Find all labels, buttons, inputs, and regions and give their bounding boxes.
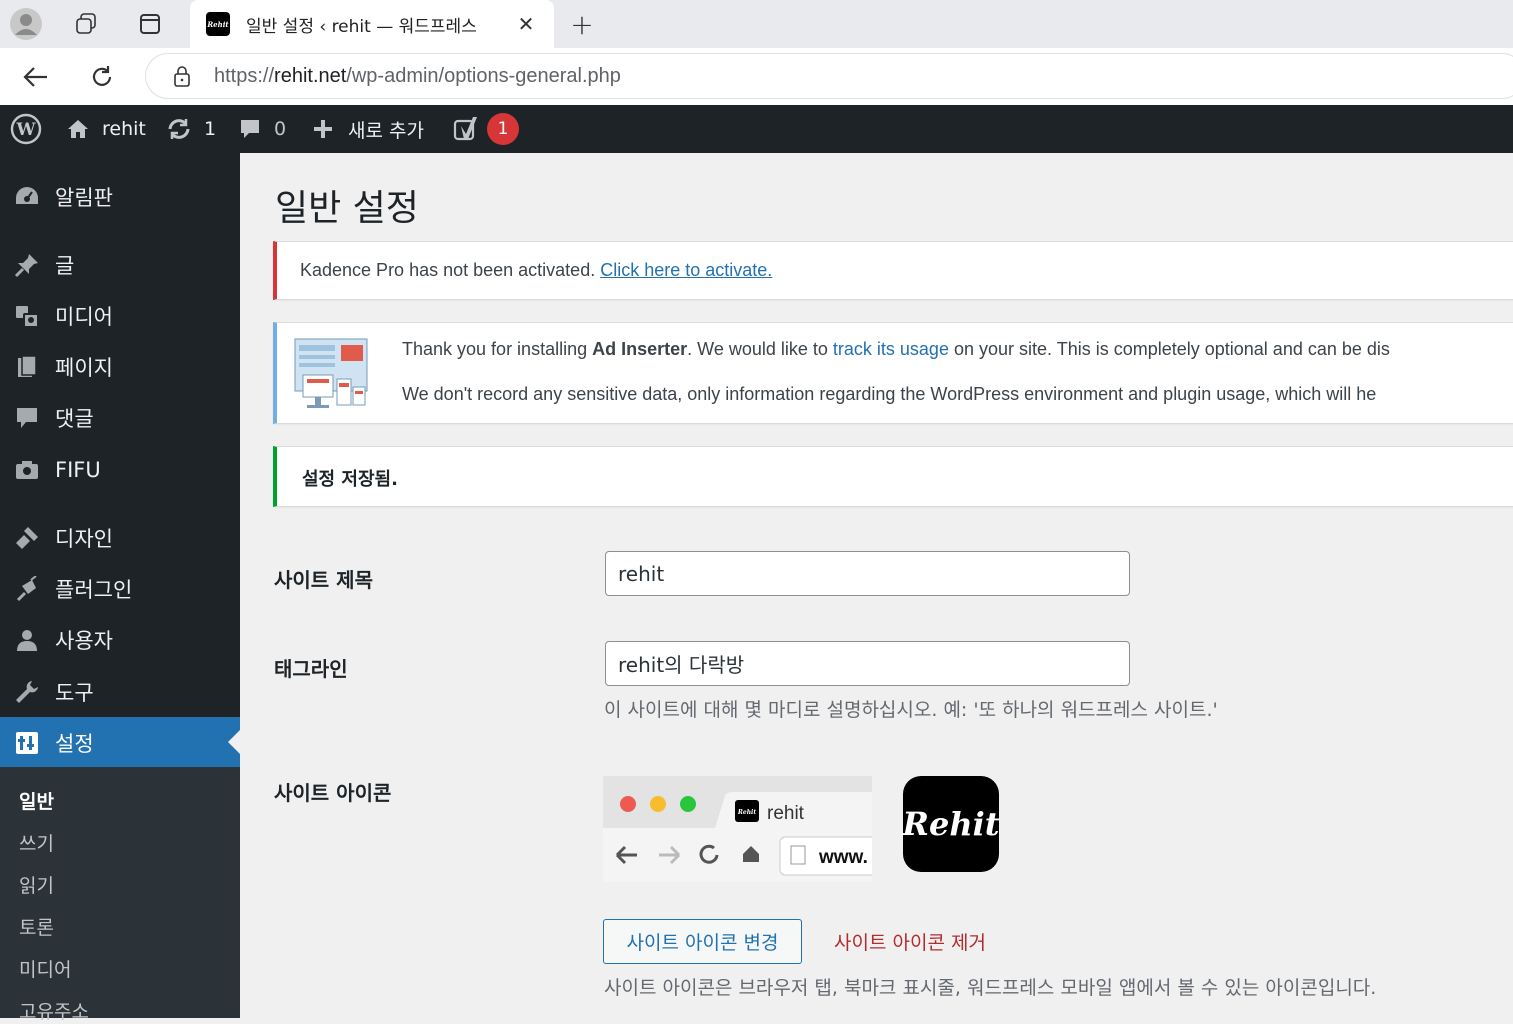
wp-admin-bar: W rehit 1 0 새로 추가 1 — [0, 105, 1513, 153]
lock-icon[interactable] — [174, 65, 190, 87]
brush-icon — [13, 524, 41, 552]
submenu-permalinks[interactable]: 고유주소 — [19, 997, 89, 1024]
home-icon — [68, 120, 88, 138]
url-text: https://rehit.net/wp-admin/options-gener… — [214, 64, 621, 87]
main-content: 일반 설정 Kadence Pro has not been activated… — [240, 153, 1513, 1018]
menu-label: 디자인 — [55, 526, 113, 551]
menu-plugins[interactable]: 플러그인 — [0, 563, 240, 614]
yoast-icon — [453, 117, 477, 141]
svg-text:Rehit: Rehit — [737, 809, 756, 816]
tagline-label: 태그라인 — [274, 657, 348, 681]
menu-settings[interactable]: 설정 — [0, 717, 240, 768]
pin-icon — [13, 251, 41, 279]
menu-appearance[interactable]: 디자인 — [0, 512, 240, 563]
user-icon — [13, 626, 41, 654]
menu-media[interactable]: 미디어 — [0, 290, 240, 341]
activate-link[interactable]: Click here to activate. — [600, 260, 772, 280]
tagline-input[interactable]: rehit의 다락방 — [605, 641, 1130, 686]
rehit-favicon-icon: Rehit — [206, 12, 230, 36]
track-usage-link[interactable]: track its usage — [833, 339, 949, 359]
browser-tab-active[interactable]: Rehit 일반 설정 ‹ rehit — 워드프레스 ✕ — [190, 0, 554, 48]
collections-icon[interactable] — [70, 8, 102, 40]
menu-comments[interactable]: 댓글 — [0, 392, 240, 443]
settings-icon — [13, 729, 41, 757]
comments-count: 0 — [274, 118, 287, 140]
yoast-notification-badge: 1 — [487, 113, 519, 145]
address-toolbar: https://rehit.net/wp-admin/options-gener… — [0, 48, 1513, 105]
site-title-input[interactable]: rehit — [605, 551, 1130, 596]
close-icon[interactable]: ✕ — [514, 12, 538, 36]
notice-error-text: Kadence Pro has not been activated. Clic… — [300, 260, 773, 280]
menu-label: 알림판 — [55, 185, 113, 210]
menu-label: 도구 — [55, 680, 94, 705]
menu-pages[interactable]: 페이지 — [0, 341, 240, 392]
change-site-icon-button[interactable]: 사이트 아이콘 변경 — [603, 919, 802, 964]
updates-link[interactable]: 1 — [166, 105, 216, 153]
submenu-discussion[interactable]: 토론 — [19, 913, 54, 940]
page-icon — [13, 353, 41, 381]
yoast-link[interactable]: 1 — [453, 105, 519, 153]
comments-link[interactable]: 0 — [238, 105, 286, 153]
page-title: 일반 설정 — [275, 188, 419, 229]
menu-tools[interactable]: 도구 — [0, 666, 240, 717]
updates-count: 1 — [204, 118, 217, 140]
camera-icon — [13, 456, 41, 484]
site-icon-description: 사이트 아이콘은 브라우저 탭, 북마크 표시줄, 워드프레스 모바일 앱에서 … — [604, 977, 1377, 999]
new-content-label: 새로 추가 — [348, 119, 424, 142]
menu-label: 설정 — [55, 731, 94, 756]
submenu-media[interactable]: 미디어 — [19, 955, 71, 982]
menu-users[interactable]: 사용자 — [0, 614, 240, 665]
refresh-icon[interactable] — [85, 60, 119, 94]
remove-site-icon-link[interactable]: 사이트 아이콘 제거 — [834, 928, 986, 955]
site-name: rehit — [102, 118, 146, 140]
settings-submenu: 일반 쓰기 읽기 토론 미디어 고유주소 — [0, 767, 240, 1023]
menu-posts[interactable]: 글 — [0, 239, 240, 290]
menu-label: FIFU — [55, 457, 101, 482]
menu-label: 페이지 — [55, 355, 113, 380]
tab-title: 일반 설정 ‹ rehit — 워드프레스 — [246, 16, 477, 37]
wordpress-logo-icon[interactable]: W — [10, 105, 42, 153]
menu-label: 미디어 — [55, 304, 113, 329]
menu-fifu[interactable]: FIFU — [0, 444, 240, 495]
submenu-general[interactable]: 일반 — [19, 787, 54, 814]
submenu-writing[interactable]: 쓰기 — [19, 829, 54, 856]
site-icon-browser-preview: Rehit rehit www. — [603, 776, 872, 882]
settings-saved-notice: 설정 저장됨. — [273, 446, 1513, 507]
new-content-link[interactable]: 새로 추가 — [312, 105, 424, 153]
site-icon-label: 사이트 아이콘 — [274, 781, 392, 805]
ad-inserter-line1: Thank you for installing Ad Inserter. We… — [402, 339, 1390, 359]
media-icon — [13, 302, 41, 330]
browser-tab-bar: Rehit 일반 설정 ‹ rehit — 워드프레스 ✕ + — [0, 0, 1513, 48]
ad-inserter-line2: We don't record any sensitive data, only… — [402, 384, 1377, 404]
menu-label: 플러그인 — [55, 577, 133, 602]
menu-label: 글 — [55, 253, 75, 278]
plugin-icon — [13, 575, 41, 603]
tab-actions-icon[interactable] — [134, 8, 166, 40]
dashboard-icon — [13, 183, 41, 211]
plus-icon — [314, 120, 332, 138]
site-name-link[interactable]: rehit — [66, 105, 146, 153]
svg-text:W: W — [15, 120, 36, 140]
menu-label: 사용자 — [55, 628, 113, 653]
preview-url: www. — [819, 847, 868, 868]
updates-icon — [168, 119, 190, 139]
menu-dashboard[interactable]: 알림판 — [0, 171, 240, 222]
menu-label: 댓글 — [55, 406, 94, 431]
comment-icon — [13, 404, 41, 432]
site-title-label: 사이트 제목 — [274, 568, 373, 592]
new-tab-plus-icon[interactable]: + — [566, 8, 598, 41]
submenu-reading[interactable]: 읽기 — [19, 871, 54, 898]
ad-inserter-notice: Thank you for installing Ad Inserter. We… — [273, 322, 1513, 424]
url-bar[interactable]: https://rehit.net/wp-admin/options-gener… — [145, 53, 1513, 99]
ad-inserter-illustration-icon — [294, 338, 368, 408]
preview-tab-title: rehit — [767, 803, 804, 824]
tagline-description: 이 사이트에 대해 몇 마디로 설명하십시오. 예: '또 하나의 워드프레스 … — [604, 699, 1218, 721]
settings-saved-text: 설정 저장됨. — [302, 469, 398, 490]
site-icon-image: Rehit — [902, 776, 1000, 872]
kadence-error-notice: Kadence Pro has not been activated. Clic… — [273, 241, 1513, 300]
comment-icon — [241, 120, 259, 138]
wrench-icon — [13, 678, 41, 706]
profile-icon[interactable] — [10, 8, 42, 40]
back-arrow-icon[interactable] — [19, 60, 53, 94]
